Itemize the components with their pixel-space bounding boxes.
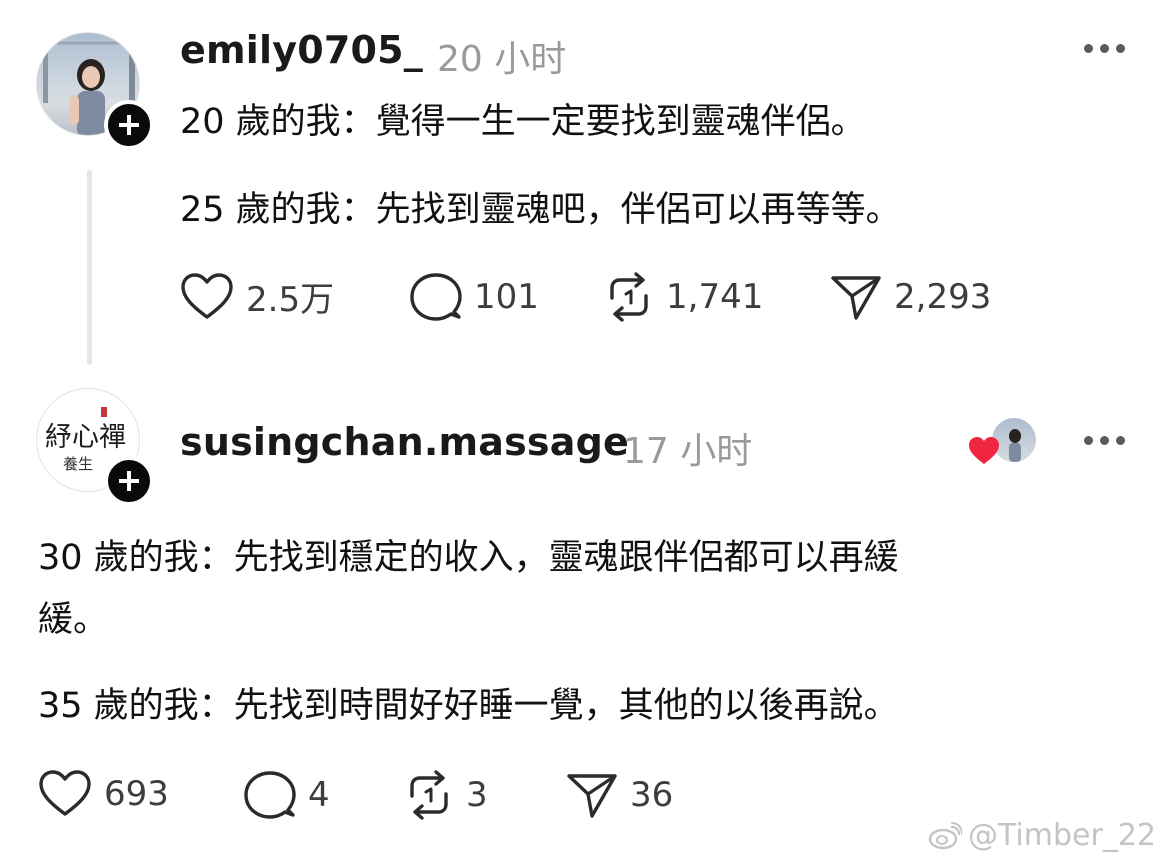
post-text-line: 緩。 bbox=[38, 600, 109, 640]
repost-button[interactable]: 3 bbox=[404, 770, 488, 820]
watermark-text: @Timber_22 bbox=[968, 818, 1156, 853]
follow-plus-button[interactable] bbox=[104, 456, 154, 506]
share-count: 2,293 bbox=[894, 277, 992, 317]
more-dot-icon bbox=[1084, 436, 1093, 445]
comment-bubble-icon bbox=[410, 273, 462, 321]
reply-button[interactable]: 101 bbox=[410, 272, 539, 322]
post-username[interactable]: emily0705_ bbox=[180, 28, 423, 72]
post-text-line: 25 歲的我：先找到靈魂吧，伴侶可以再等等。 bbox=[180, 190, 901, 230]
more-dot-icon bbox=[1116, 436, 1125, 445]
more-options-button[interactable] bbox=[1084, 436, 1125, 445]
plus-icon bbox=[119, 471, 139, 491]
post-text-line: 35 歲的我：先找到時間好好睡一覺，其他的以後再說。 bbox=[38, 686, 899, 726]
send-paper-plane-icon bbox=[831, 276, 881, 320]
weibo-logo-icon bbox=[928, 821, 963, 849]
heart-icon bbox=[39, 770, 91, 816]
repost-icon bbox=[410, 770, 448, 820]
more-dot-icon bbox=[1100, 436, 1109, 445]
plus-icon bbox=[119, 115, 139, 135]
liked-by-author-indicator bbox=[968, 416, 1040, 468]
reply-button[interactable]: 4 bbox=[244, 770, 330, 820]
reply-count: 4 bbox=[308, 775, 330, 815]
post-text-line: 20 歲的我：覺得一生一定要找到靈魂伴侶。 bbox=[180, 102, 866, 142]
avatar-seal bbox=[101, 407, 107, 417]
avatar-logo-text: 紓心禪 bbox=[45, 422, 126, 453]
more-options-button[interactable] bbox=[1084, 44, 1125, 53]
repost-icon bbox=[610, 272, 648, 322]
more-dot-icon bbox=[1116, 44, 1125, 53]
like-button[interactable]: 693 bbox=[38, 770, 169, 818]
post-username[interactable]: susingchan.massage bbox=[180, 420, 629, 464]
thread-connector-line bbox=[87, 170, 92, 365]
post-text-line: 30 歲的我：先找到穩定的收入，靈魂跟伴侶都可以再緩 bbox=[38, 538, 899, 578]
more-dot-icon bbox=[1100, 44, 1109, 53]
heart-filled-icon bbox=[969, 437, 999, 464]
repost-button[interactable]: 1,741 bbox=[604, 272, 763, 322]
share-count: 36 bbox=[630, 775, 674, 815]
like-count: 2.5万 bbox=[246, 280, 335, 320]
reply-count: 101 bbox=[474, 277, 539, 317]
heart-icon bbox=[181, 272, 233, 319]
send-paper-plane-icon bbox=[567, 774, 617, 818]
like-button[interactable]: 2.5万 bbox=[180, 272, 334, 321]
share-button[interactable]: 36 bbox=[566, 770, 673, 820]
repost-count: 1,741 bbox=[666, 277, 764, 317]
more-dot-icon bbox=[1084, 44, 1093, 53]
avatar-logo-subtext: 養生 bbox=[63, 455, 94, 473]
like-count: 693 bbox=[104, 774, 169, 814]
share-button[interactable]: 2,293 bbox=[830, 272, 991, 322]
watermark: @Timber_22 bbox=[928, 818, 1156, 853]
follow-plus-button[interactable] bbox=[104, 100, 154, 150]
repost-count: 3 bbox=[466, 775, 488, 815]
post-timestamp: 17 小时 bbox=[623, 431, 753, 472]
post-timestamp: 20 小时 bbox=[437, 39, 567, 80]
comment-bubble-icon bbox=[244, 771, 296, 819]
